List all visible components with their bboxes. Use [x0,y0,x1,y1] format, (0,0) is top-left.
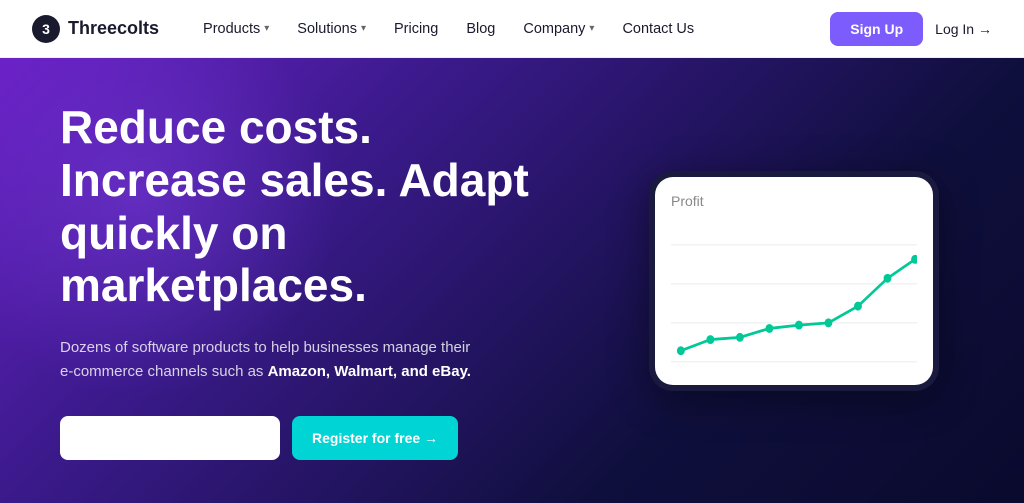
nav-links: Products ▾ Solutions ▾ Pricing Blog Comp… [191,15,830,43]
logo[interactable]: 3 Threecolts [32,15,159,43]
brand-name: Threecolts [68,18,159,39]
profit-chart [671,217,917,373]
register-button[interactable]: Register for free → [292,416,458,460]
email-input[interactable] [60,416,280,460]
signup-button[interactable]: Sign Up [830,12,923,46]
nav-actions: Sign Up Log In → [830,12,992,46]
hero-form: Register for free → [60,416,624,460]
chevron-down-icon: ▾ [589,23,594,34]
chart-card: Profit [649,171,939,391]
hero-section: Reduce costs.Increase sales. Adaptquickl… [0,58,1024,503]
hero-content: Reduce costs.Increase sales. Adaptquickl… [60,101,624,461]
nav-solutions[interactable]: Solutions ▾ [285,15,378,43]
hero-headline: Reduce costs.Increase sales. Adaptquickl… [60,101,624,313]
nav-company[interactable]: Company ▾ [511,15,606,43]
hero-chart-area: Profit [624,171,964,391]
nav-contact[interactable]: Contact Us [610,15,706,43]
chart-inner: Profit [655,177,933,385]
chart-label: Profit [671,193,917,209]
nav-pricing[interactable]: Pricing [382,15,450,43]
chevron-down-icon: ▾ [264,23,269,34]
navbar: 3 Threecolts Products ▾ Solutions ▾ Pric… [0,0,1024,58]
logo-icon: 3 [32,15,60,43]
nav-blog[interactable]: Blog [454,15,507,43]
nav-products[interactable]: Products ▾ [191,15,281,43]
chevron-down-icon: ▾ [361,23,366,34]
login-button[interactable]: Log In → [935,21,992,37]
hero-subtext: Dozens of software products to help busi… [60,336,480,384]
